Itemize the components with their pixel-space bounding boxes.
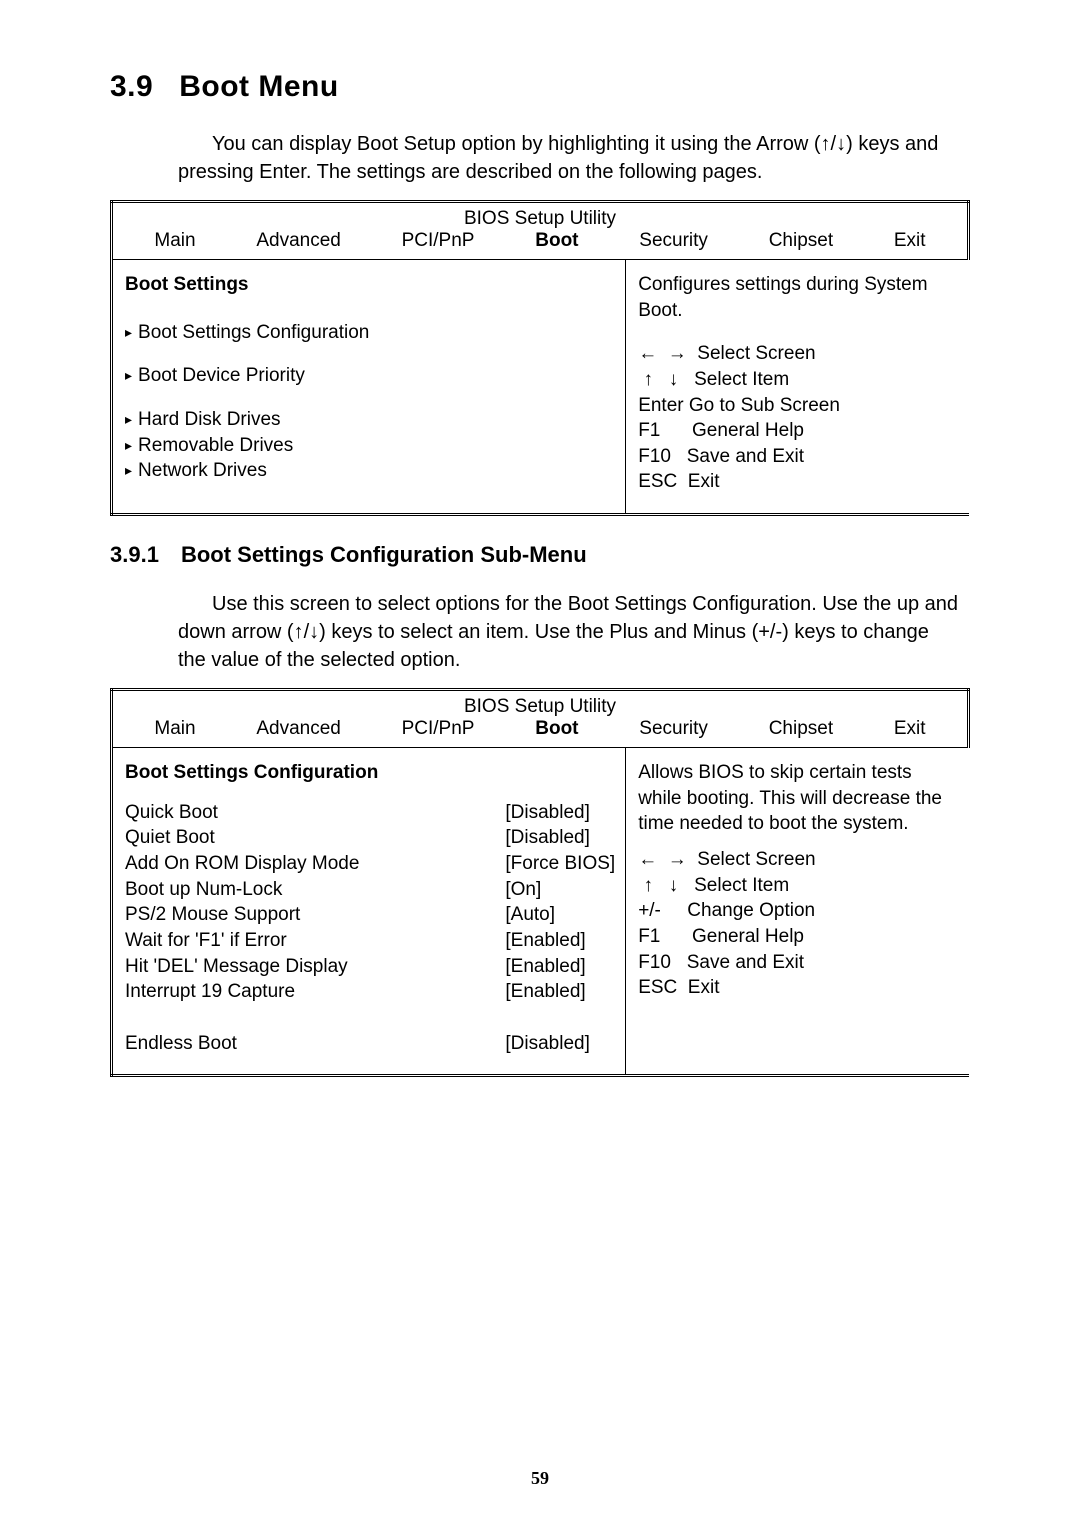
- bios-tab-chipset[interactable]: Chipset: [763, 718, 839, 740]
- setting-value[interactable]: [Enabled]: [505, 979, 615, 1005]
- menu-item[interactable]: Boot Device Priority: [125, 363, 615, 389]
- menu-item[interactable]: Removable Drives: [125, 433, 615, 459]
- subsection-intro: Use this screen to select options for th…: [110, 590, 970, 674]
- setting-value[interactable]: [Enabled]: [505, 928, 615, 954]
- bios-tab-pci-pnp[interactable]: PCI/PnP: [396, 230, 481, 252]
- bios-tab-security[interactable]: Security: [633, 718, 714, 740]
- setting-label: Endless Boot: [125, 1031, 445, 1057]
- setting-label: Wait for 'F1' if Error: [125, 928, 445, 954]
- menu-item[interactable]: Boot Settings Configuration: [125, 320, 615, 346]
- setting-value[interactable]: [Disabled]: [505, 1031, 615, 1057]
- setting-label: Add On ROM Display Mode: [125, 851, 445, 877]
- bios-table-boot-menu: BIOS Setup Utility Main Advanced PCI/PnP Bo…: [110, 200, 970, 516]
- bios-tabs: Main Advanced PCI/PnP Boot Security Chipset Ex…: [124, 718, 956, 740]
- section-number: 3.9: [110, 70, 153, 103]
- subsection-heading: 3.9.1 Boot Settings Configuration Sub-Men…: [110, 542, 970, 568]
- key-hints: ← → Select Screen ↑ ↓ Select Item +/- Ch…: [638, 847, 958, 1001]
- bios-tab-boot[interactable]: Boot: [529, 230, 584, 252]
- setting-value[interactable]: [Force BIOS]: [505, 851, 615, 877]
- setting-value[interactable]: [On]: [505, 877, 615, 903]
- setting-label: Hit 'DEL' Message Display: [125, 954, 445, 980]
- page-number: 59: [0, 1468, 1080, 1489]
- bios-table-boot-settings-config: BIOS Setup Utility Main Advanced PCI/PnP Bo…: [110, 688, 970, 1077]
- menu-item[interactable]: Network Drives: [125, 458, 615, 484]
- bios-tab-main[interactable]: Main: [148, 718, 201, 740]
- bios-tab-advanced[interactable]: Advanced: [250, 718, 347, 740]
- bios-tab-advanced[interactable]: Advanced: [250, 230, 347, 252]
- subsection-number: 3.9.1: [110, 542, 159, 567]
- setting-label: Quiet Boot: [125, 825, 445, 851]
- bios-tab-main[interactable]: Main: [148, 230, 201, 252]
- bios-tab-security[interactable]: Security: [633, 230, 714, 252]
- bios-title: BIOS Setup Utility: [114, 204, 966, 230]
- setting-value[interactable]: [Auto]: [505, 902, 615, 928]
- bios-tab-pci-pnp[interactable]: PCI/PnP: [396, 718, 481, 740]
- setting-value[interactable]: [Disabled]: [505, 825, 615, 851]
- subsection-title: Boot Settings Configuration Sub-Menu: [181, 542, 587, 567]
- setting-value[interactable]: [Disabled]: [505, 800, 615, 826]
- section-heading: 3.9 Boot Menu: [110, 70, 970, 104]
- key-hints: ← → Select Screen ↑ ↓ Select Item Enter …: [638, 341, 958, 495]
- bios-tab-exit[interactable]: Exit: [888, 718, 932, 740]
- bios-tabs: Main Advanced PCI/PnP Boot Security Chipset Ex…: [124, 230, 956, 252]
- settings-grid: Quick Boot [Disabled] Quiet Boot [Disabled]…: [125, 800, 615, 1056]
- bios-tab-boot[interactable]: Boot: [529, 718, 584, 740]
- setting-label: Interrupt 19 Capture: [125, 979, 445, 1005]
- boot-settings-config-heading: Boot Settings Configuration: [125, 760, 615, 786]
- setting-value[interactable]: [Enabled]: [505, 954, 615, 980]
- menu-item[interactable]: Hard Disk Drives: [125, 407, 615, 433]
- setting-value[interactable]: [505, 1005, 615, 1031]
- setting-label: [125, 1005, 445, 1031]
- setting-label: Quick Boot: [125, 800, 445, 826]
- help-text: Configures settings during System Boot.: [638, 272, 958, 323]
- section-intro: You can display Boot Setup option by hig…: [110, 130, 970, 186]
- bios-title: BIOS Setup Utility: [114, 692, 966, 718]
- help-text: Allows BIOS to skip certain tests while …: [638, 760, 958, 837]
- boot-settings-heading: Boot Settings: [125, 272, 615, 298]
- setting-label: Boot up Num-Lock: [125, 877, 445, 903]
- setting-label: PS/2 Mouse Support: [125, 902, 445, 928]
- bios-tab-chipset[interactable]: Chipset: [763, 230, 839, 252]
- section-title: Boot Menu: [179, 70, 338, 103]
- bios-tab-exit[interactable]: Exit: [888, 230, 932, 252]
